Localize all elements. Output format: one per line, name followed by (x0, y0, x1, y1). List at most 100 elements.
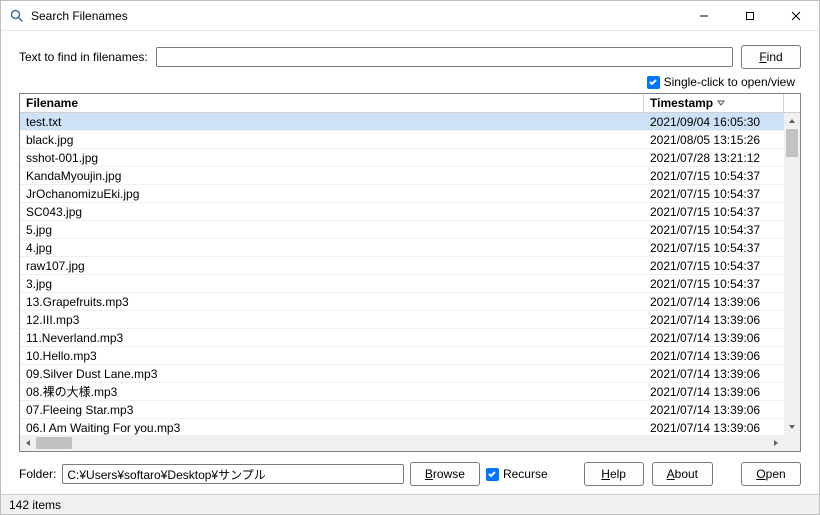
about-mnemonic: A (667, 467, 675, 481)
browse-button[interactable]: Browse (410, 462, 480, 486)
footer-right-buttons: Help About Open (584, 462, 801, 486)
list-body[interactable]: test.txt2021/09/04 16:05:30black.jpg2021… (20, 113, 784, 435)
table-row[interactable]: 11.Neverland.mp32021/07/14 13:39:06 (20, 329, 784, 347)
cell-timestamp: 2021/07/15 10:54:37 (644, 277, 784, 291)
column-timestamp[interactable]: Timestamp (644, 94, 784, 112)
list-body-wrap: test.txt2021/09/04 16:05:30black.jpg2021… (20, 113, 800, 435)
single-click-label: Single-click to open/view (664, 75, 795, 89)
table-row[interactable]: 07.Fleeing Star.mp32021/07/14 13:39:06 (20, 401, 784, 419)
cell-filename: 09.Silver Dust Lane.mp3 (20, 367, 644, 381)
table-row[interactable]: 08.裸の大様.mp32021/07/14 13:39:06 (20, 383, 784, 401)
help-mnemonic: H (601, 467, 610, 481)
browse-rest: rowse (433, 467, 465, 481)
column-timestamp-label: Timestamp (650, 96, 713, 110)
checkbox-icon (647, 76, 660, 89)
table-row[interactable]: 13.Grapefruits.mp32021/07/14 13:39:06 (20, 293, 784, 311)
close-button[interactable] (773, 1, 819, 30)
table-row[interactable]: test.txt2021/09/04 16:05:30 (20, 113, 784, 131)
scroll-left-icon[interactable] (20, 435, 36, 451)
open-button[interactable]: Open (741, 462, 801, 486)
cell-timestamp: 2021/07/14 13:39:06 (644, 421, 784, 435)
scroll-up-icon[interactable] (784, 113, 800, 129)
cell-filename: 11.Neverland.mp3 (20, 331, 644, 345)
about-button[interactable]: About (652, 462, 713, 486)
recurse-checkbox[interactable]: Recurse (486, 467, 548, 481)
cell-filename: 13.Grapefruits.mp3 (20, 295, 644, 309)
open-mnemonic: O (756, 467, 765, 481)
status-bar: 142 items (1, 494, 819, 514)
table-row[interactable]: 09.Silver Dust Lane.mp32021/07/14 13:39:… (20, 365, 784, 383)
cell-timestamp: 2021/08/05 13:15:26 (644, 133, 784, 147)
cell-timestamp: 2021/07/15 10:54:37 (644, 259, 784, 273)
scroll-thumb[interactable] (786, 129, 798, 157)
table-row[interactable]: raw107.jpg2021/07/15 10:54:37 (20, 257, 784, 275)
cell-filename: black.jpg (20, 133, 644, 147)
open-rest: pen (766, 467, 786, 481)
options-row: Single-click to open/view (19, 73, 801, 93)
cell-filename: 4.jpg (20, 241, 644, 255)
checkbox-icon (486, 468, 499, 481)
search-input[interactable] (156, 47, 733, 67)
table-row[interactable]: 06.I Am Waiting For you.mp32021/07/14 13… (20, 419, 784, 435)
table-row[interactable]: 3.jpg2021/07/15 10:54:37 (20, 275, 784, 293)
table-row[interactable]: SC043.jpg2021/07/15 10:54:37 (20, 203, 784, 221)
cell-timestamp: 2021/07/28 13:21:12 (644, 151, 784, 165)
cell-filename: SC043.jpg (20, 205, 644, 219)
recurse-label: Recurse (503, 467, 548, 481)
table-row[interactable]: 4.jpg2021/07/15 10:54:37 (20, 239, 784, 257)
file-list: Filename Timestamp test.txt2021/09/04 16… (19, 93, 801, 452)
scroll-right-icon[interactable] (768, 435, 784, 451)
folder-label: Folder: (19, 467, 56, 481)
sort-descending-icon (717, 99, 725, 107)
about-rest: bout (675, 467, 698, 481)
table-row[interactable]: sshot-001.jpg2021/07/28 13:21:12 (20, 149, 784, 167)
find-button[interactable]: Find (741, 45, 801, 69)
column-filename[interactable]: Filename (20, 94, 644, 112)
folder-input[interactable] (62, 464, 404, 484)
cell-timestamp: 2021/07/14 13:39:06 (644, 295, 784, 309)
window-title: Search Filenames (31, 9, 681, 23)
vertical-scrollbar[interactable] (784, 113, 800, 435)
single-click-checkbox[interactable]: Single-click to open/view (647, 75, 795, 89)
find-rest: ind (767, 50, 783, 64)
scroll-down-icon[interactable] (784, 419, 800, 435)
cell-timestamp: 2021/07/14 13:39:06 (644, 331, 784, 345)
cell-timestamp: 2021/07/14 13:39:06 (644, 385, 784, 399)
content-area: Text to find in filenames: Find Single-c… (1, 31, 819, 494)
cell-timestamp: 2021/07/15 10:54:37 (644, 205, 784, 219)
app-icon (9, 8, 25, 24)
cell-timestamp: 2021/07/14 13:39:06 (644, 367, 784, 381)
table-row[interactable]: black.jpg2021/08/05 13:15:26 (20, 131, 784, 149)
help-rest: elp (610, 467, 626, 481)
table-row[interactable]: JrOchanomizuEki.jpg2021/07/15 10:54:37 (20, 185, 784, 203)
cell-timestamp: 2021/09/04 16:05:30 (644, 115, 784, 129)
hscroll-track[interactable] (36, 435, 768, 451)
cell-filename: 3.jpg (20, 277, 644, 291)
cell-filename: sshot-001.jpg (20, 151, 644, 165)
cell-timestamp: 2021/07/15 10:54:37 (644, 223, 784, 237)
horizontal-scrollbar[interactable] (20, 435, 800, 451)
table-row[interactable]: KandaMyoujin.jpg2021/07/15 10:54:37 (20, 167, 784, 185)
cell-filename: test.txt (20, 115, 644, 129)
hscroll-gap (784, 435, 800, 451)
hscroll-thumb[interactable] (36, 437, 72, 449)
maximize-button[interactable] (727, 1, 773, 30)
table-row[interactable]: 10.Hello.mp32021/07/14 13:39:06 (20, 347, 784, 365)
cell-filename: 5.jpg (20, 223, 644, 237)
list-header: Filename Timestamp (20, 94, 800, 113)
cell-timestamp: 2021/07/15 10:54:37 (644, 169, 784, 183)
table-row[interactable]: 5.jpg2021/07/15 10:54:37 (20, 221, 784, 239)
browse-mnemonic: B (425, 467, 433, 481)
header-scroll-gap (784, 94, 800, 112)
help-button[interactable]: Help (584, 462, 644, 486)
minimize-button[interactable] (681, 1, 727, 30)
window-controls (681, 1, 819, 30)
cell-filename: KandaMyoujin.jpg (20, 169, 644, 183)
titlebar: Search Filenames (1, 1, 819, 31)
cell-timestamp: 2021/07/14 13:39:06 (644, 313, 784, 327)
cell-timestamp: 2021/07/14 13:39:06 (644, 349, 784, 363)
table-row[interactable]: 12.III.mp32021/07/14 13:39:06 (20, 311, 784, 329)
column-filename-label: Filename (26, 96, 78, 110)
scroll-track[interactable] (784, 129, 800, 419)
cell-filename: 07.Fleeing Star.mp3 (20, 403, 644, 417)
